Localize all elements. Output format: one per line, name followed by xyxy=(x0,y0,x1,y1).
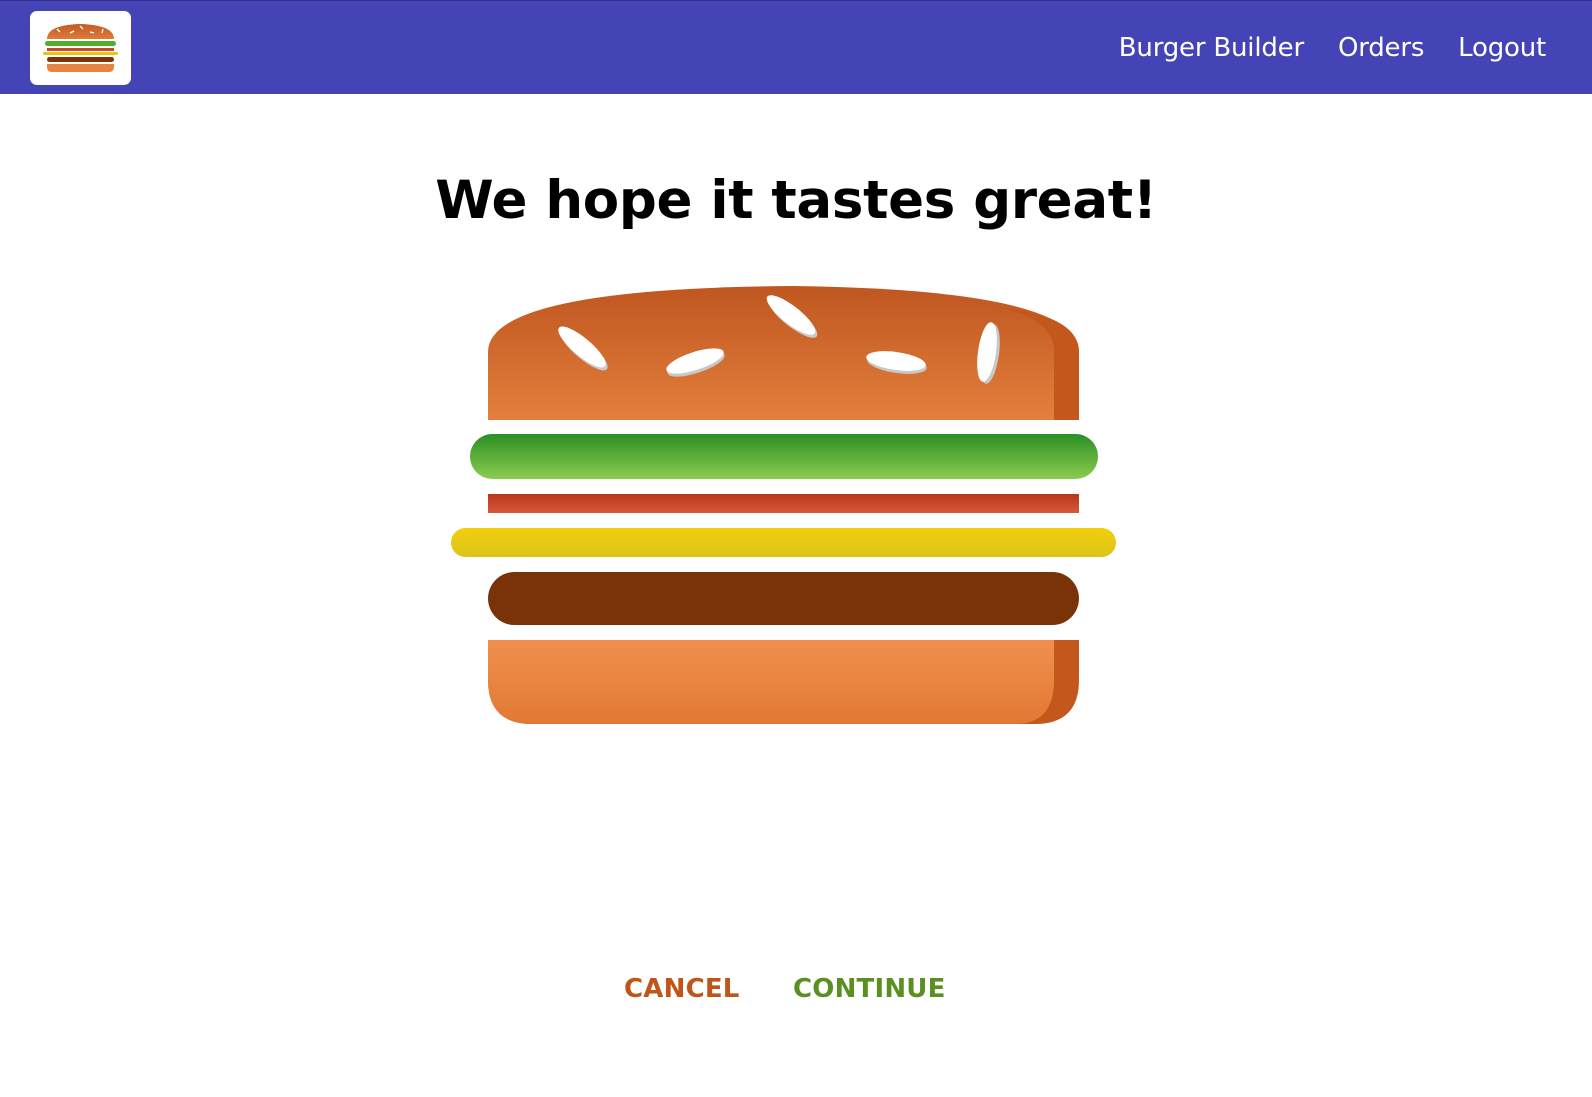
ingredient-cheese xyxy=(451,528,1116,557)
toolbar: Burger Builder Orders Logout xyxy=(0,0,1592,94)
burger-preview xyxy=(451,286,1116,724)
nav-item-logout[interactable]: Logout xyxy=(1458,33,1546,63)
ingredient-meat xyxy=(488,572,1079,625)
page-title: We hope it tastes great! xyxy=(435,170,1157,231)
ingredient-bacon xyxy=(488,494,1079,513)
ingredient-salad xyxy=(470,434,1098,479)
nav-item-burger-builder[interactable]: Burger Builder xyxy=(1119,33,1304,63)
burger-logo-icon[interactable] xyxy=(30,11,131,85)
continue-button[interactable]: CONTINUE xyxy=(793,974,946,1004)
main-nav: Burger Builder Orders Logout xyxy=(1085,1,1546,95)
bread-top xyxy=(488,286,1079,420)
logo-burger-graphic xyxy=(43,24,118,72)
bread-bottom xyxy=(488,640,1079,724)
cancel-button[interactable]: CANCEL xyxy=(624,974,740,1004)
nav-item-orders[interactable]: Orders xyxy=(1338,33,1424,63)
